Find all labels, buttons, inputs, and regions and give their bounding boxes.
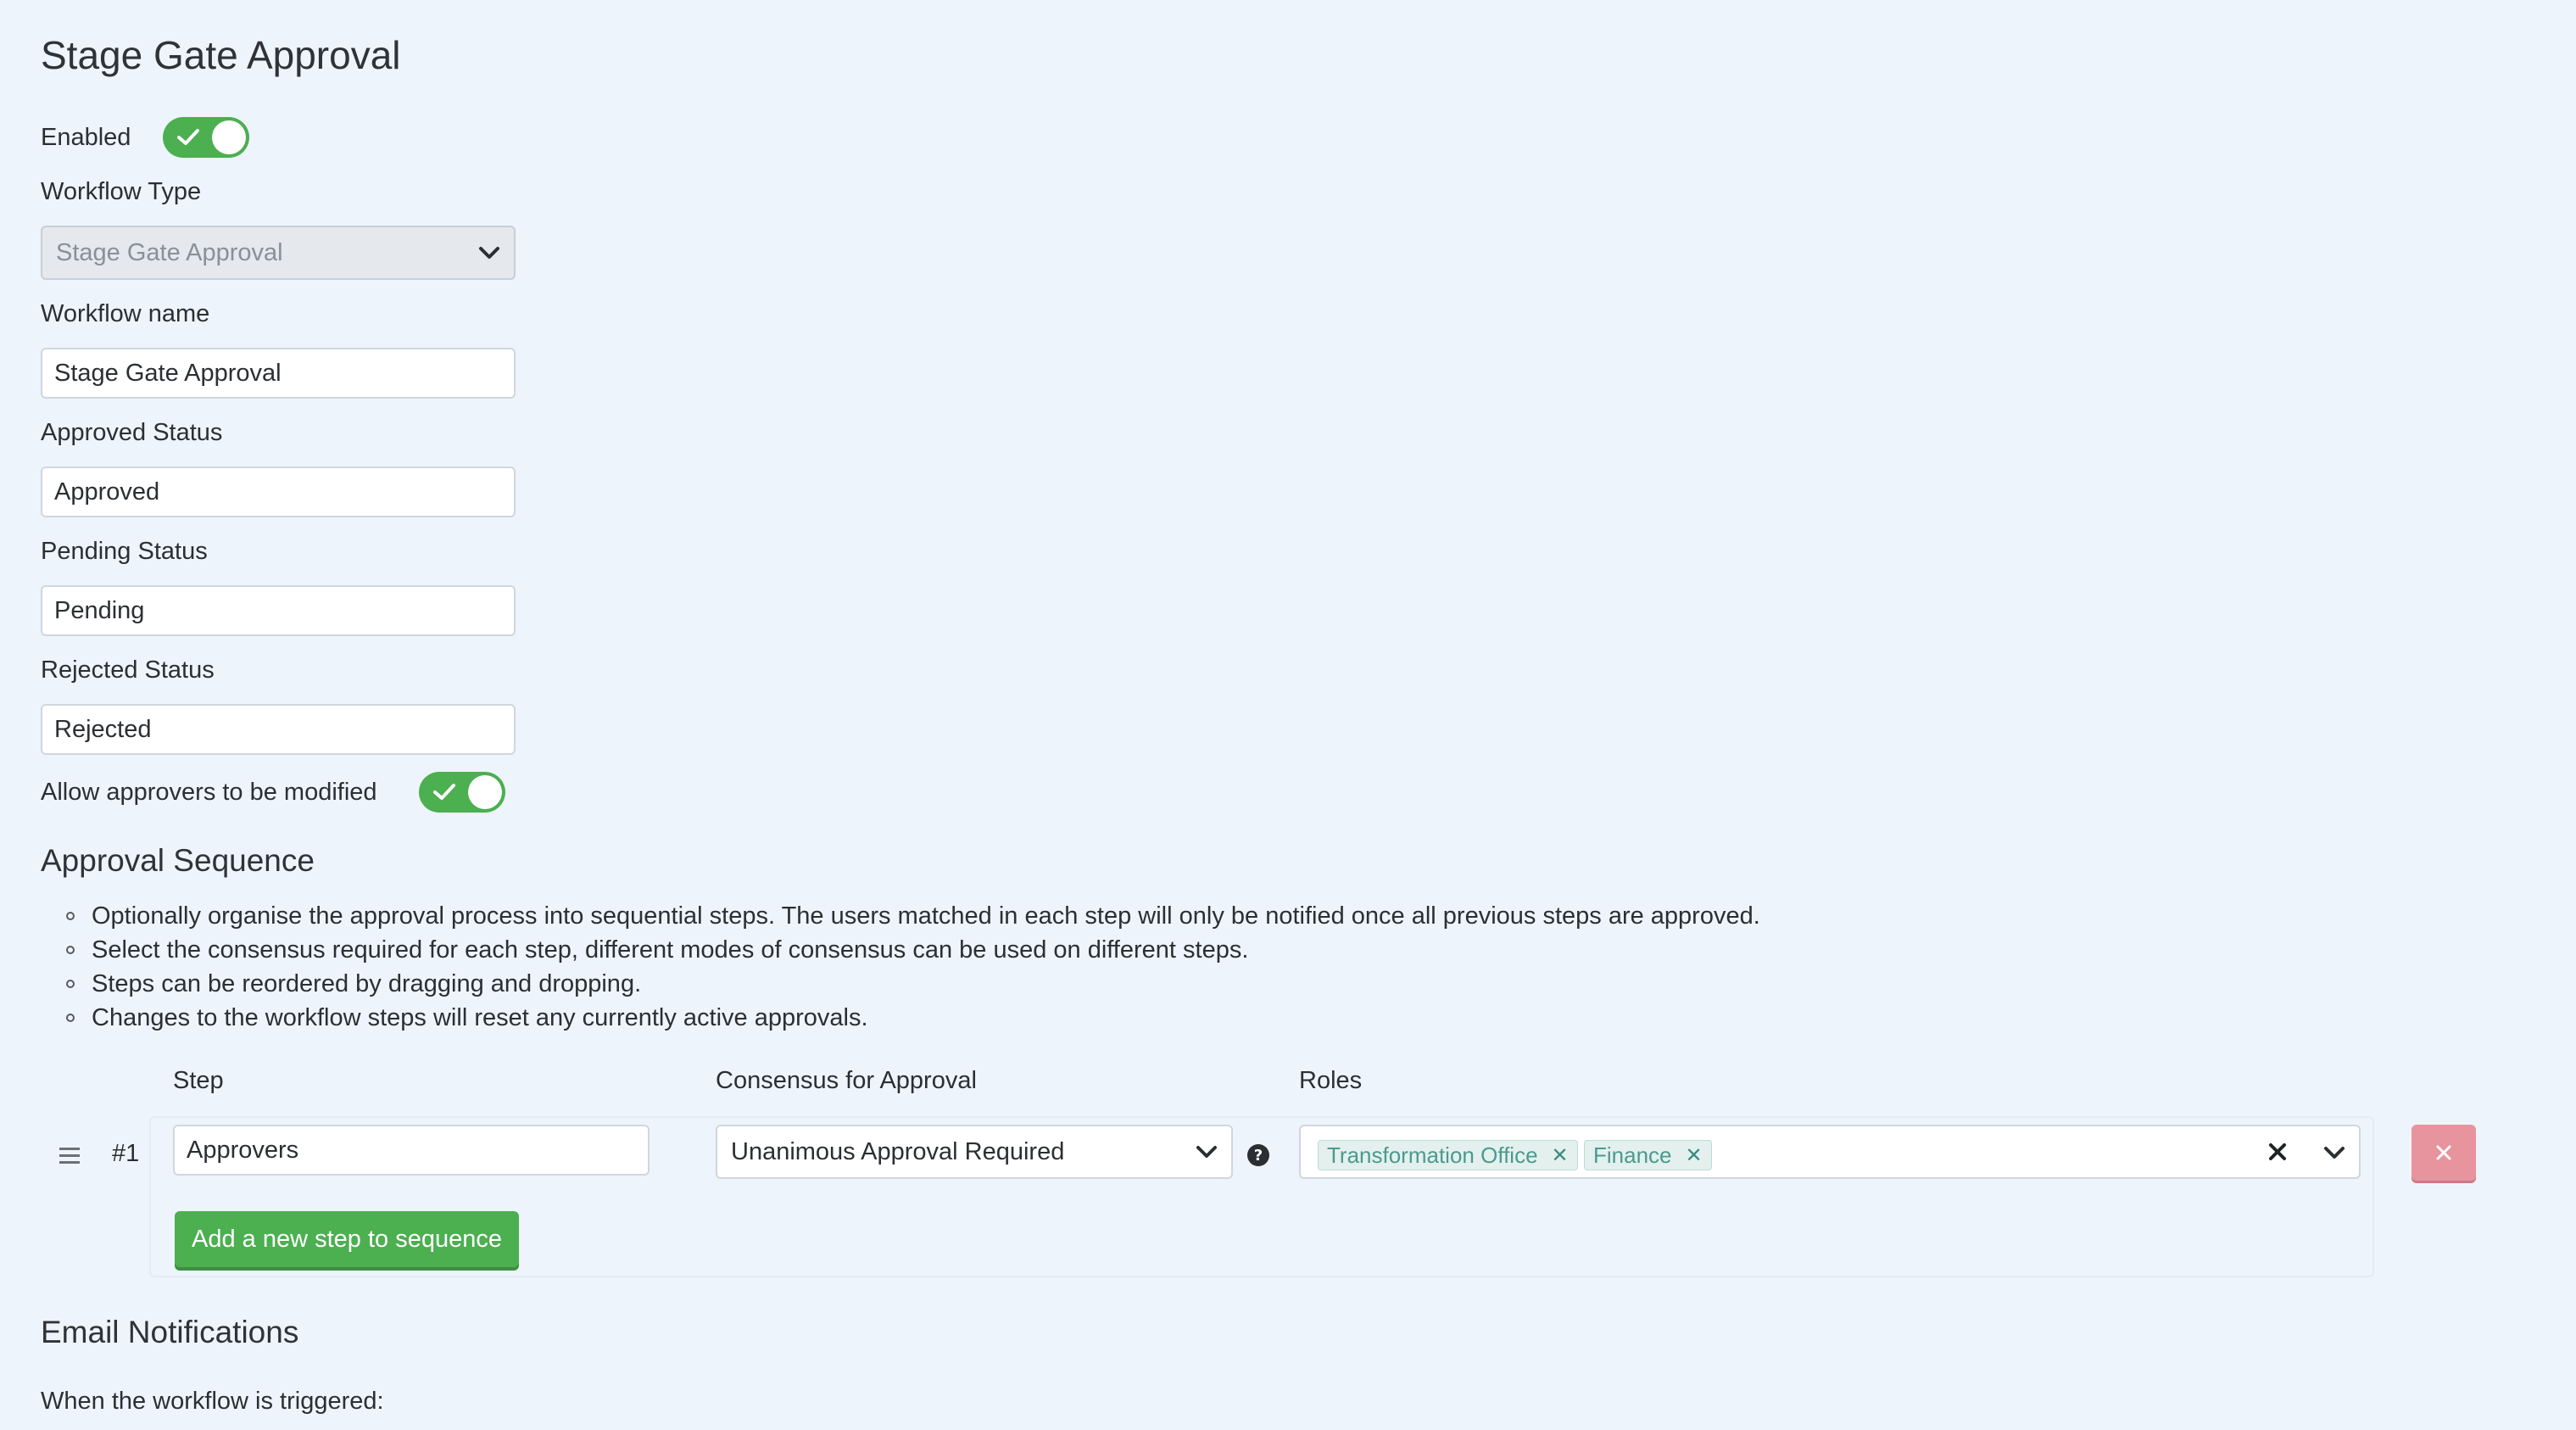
close-icon — [2436, 1145, 2451, 1160]
role-tag-label: Transformation Office — [1327, 1142, 1538, 1168]
approval-sequence-title: Approval Sequence — [41, 843, 315, 878]
step-number: #1 — [112, 1140, 140, 1167]
bullet-text: Optionally organise the approval process… — [92, 902, 1760, 930]
bullet-icon — [66, 980, 75, 988]
chevron-down-icon — [1196, 1146, 1217, 1158]
bullet-icon — [66, 1014, 75, 1022]
delete-step-button[interactable] — [2412, 1125, 2476, 1181]
approved-status-input[interactable]: Approved — [41, 466, 516, 517]
workflow-type-value: Stage Gate Approval — [56, 238, 283, 266]
workflow-type-select[interactable]: Stage Gate Approval — [41, 226, 516, 280]
enabled-label: Enabled — [41, 124, 131, 151]
bullet-text: Select the consensus required for each s… — [92, 936, 1249, 964]
question-circle-icon[interactable]: ? — [1246, 1143, 1270, 1167]
drag-handle-icon[interactable] — [58, 1145, 81, 1165]
svg-text:?: ? — [1254, 1147, 1263, 1165]
remove-tag-icon[interactable]: ✕ — [1552, 1143, 1569, 1168]
role-tag: Transformation Office ✕ — [1318, 1140, 1578, 1170]
chevron-down-icon[interactable] — [2323, 1145, 2345, 1160]
add-step-button[interactable]: Add a new step to sequence — [175, 1211, 519, 1267]
consensus-column-header: Consensus for Approval — [716, 1067, 977, 1094]
workflow-name-input[interactable]: Stage Gate Approval — [41, 348, 516, 399]
roles-multiselect[interactable]: Transformation Office ✕ Finance ✕ — [1299, 1125, 2361, 1179]
rejected-status-input[interactable]: Rejected — [41, 704, 516, 755]
step-name-value: Approvers — [187, 1136, 299, 1164]
approved-status-value: Approved — [54, 478, 160, 506]
bullet-icon — [66, 912, 75, 920]
bullet-text: Steps can be reordered by dragging and d… — [92, 969, 642, 997]
list-item: Select the consensus required for each s… — [66, 933, 1248, 967]
roles-column-header: Roles — [1299, 1067, 1363, 1094]
list-item: Steps can be reordered by dragging and d… — [66, 967, 641, 1001]
step-column-header: Step — [173, 1067, 224, 1094]
workflow-name-value: Stage Gate Approval — [54, 359, 282, 387]
consensus-value: Unanimous Approval Required — [731, 1137, 1065, 1165]
workflow-settings-page: Stage Gate Approval Enabled Workflow Typ… — [0, 0, 2576, 1430]
workflow-type-label: Workflow Type — [41, 178, 202, 205]
allow-modify-label: Allow approvers to be modified — [41, 779, 377, 806]
bullet-icon — [66, 946, 75, 954]
toggle-knob — [212, 120, 246, 154]
list-item: Optionally organise the approval process… — [66, 899, 1760, 933]
trigger-label: When the workflow is triggered: — [41, 1388, 384, 1415]
check-icon — [433, 784, 455, 800]
rejected-status-label: Rejected Status — [41, 656, 215, 684]
role-tag-label: Finance — [1593, 1142, 1672, 1168]
check-icon — [177, 129, 199, 145]
step-name-input[interactable]: Approvers — [173, 1125, 650, 1176]
enabled-toggle[interactable] — [163, 117, 249, 158]
remove-tag-icon[interactable]: ✕ — [1686, 1143, 1703, 1168]
chevron-down-icon — [479, 247, 499, 259]
role-tag: Finance ✕ — [1584, 1140, 1712, 1170]
email-notifications-title: Email Notifications — [41, 1315, 299, 1349]
pending-status-value: Pending — [54, 596, 145, 624]
page-title: Stage Gate Approval — [41, 33, 401, 77]
pending-status-label: Pending Status — [41, 538, 208, 565]
workflow-name-label: Workflow name — [41, 300, 210, 327]
list-item: Changes to the workflow steps will reset… — [66, 1001, 868, 1035]
pending-status-input[interactable]: Pending — [41, 585, 516, 636]
close-icon[interactable] — [2267, 1142, 2288, 1162]
allow-modify-toggle[interactable] — [419, 772, 505, 813]
toggle-knob — [468, 775, 502, 809]
rejected-status-value: Rejected — [54, 715, 152, 743]
consensus-select[interactable]: Unanimous Approval Required — [716, 1125, 1233, 1179]
bullet-text: Changes to the workflow steps will reset… — [92, 1003, 868, 1031]
approved-status-label: Approved Status — [41, 419, 223, 446]
